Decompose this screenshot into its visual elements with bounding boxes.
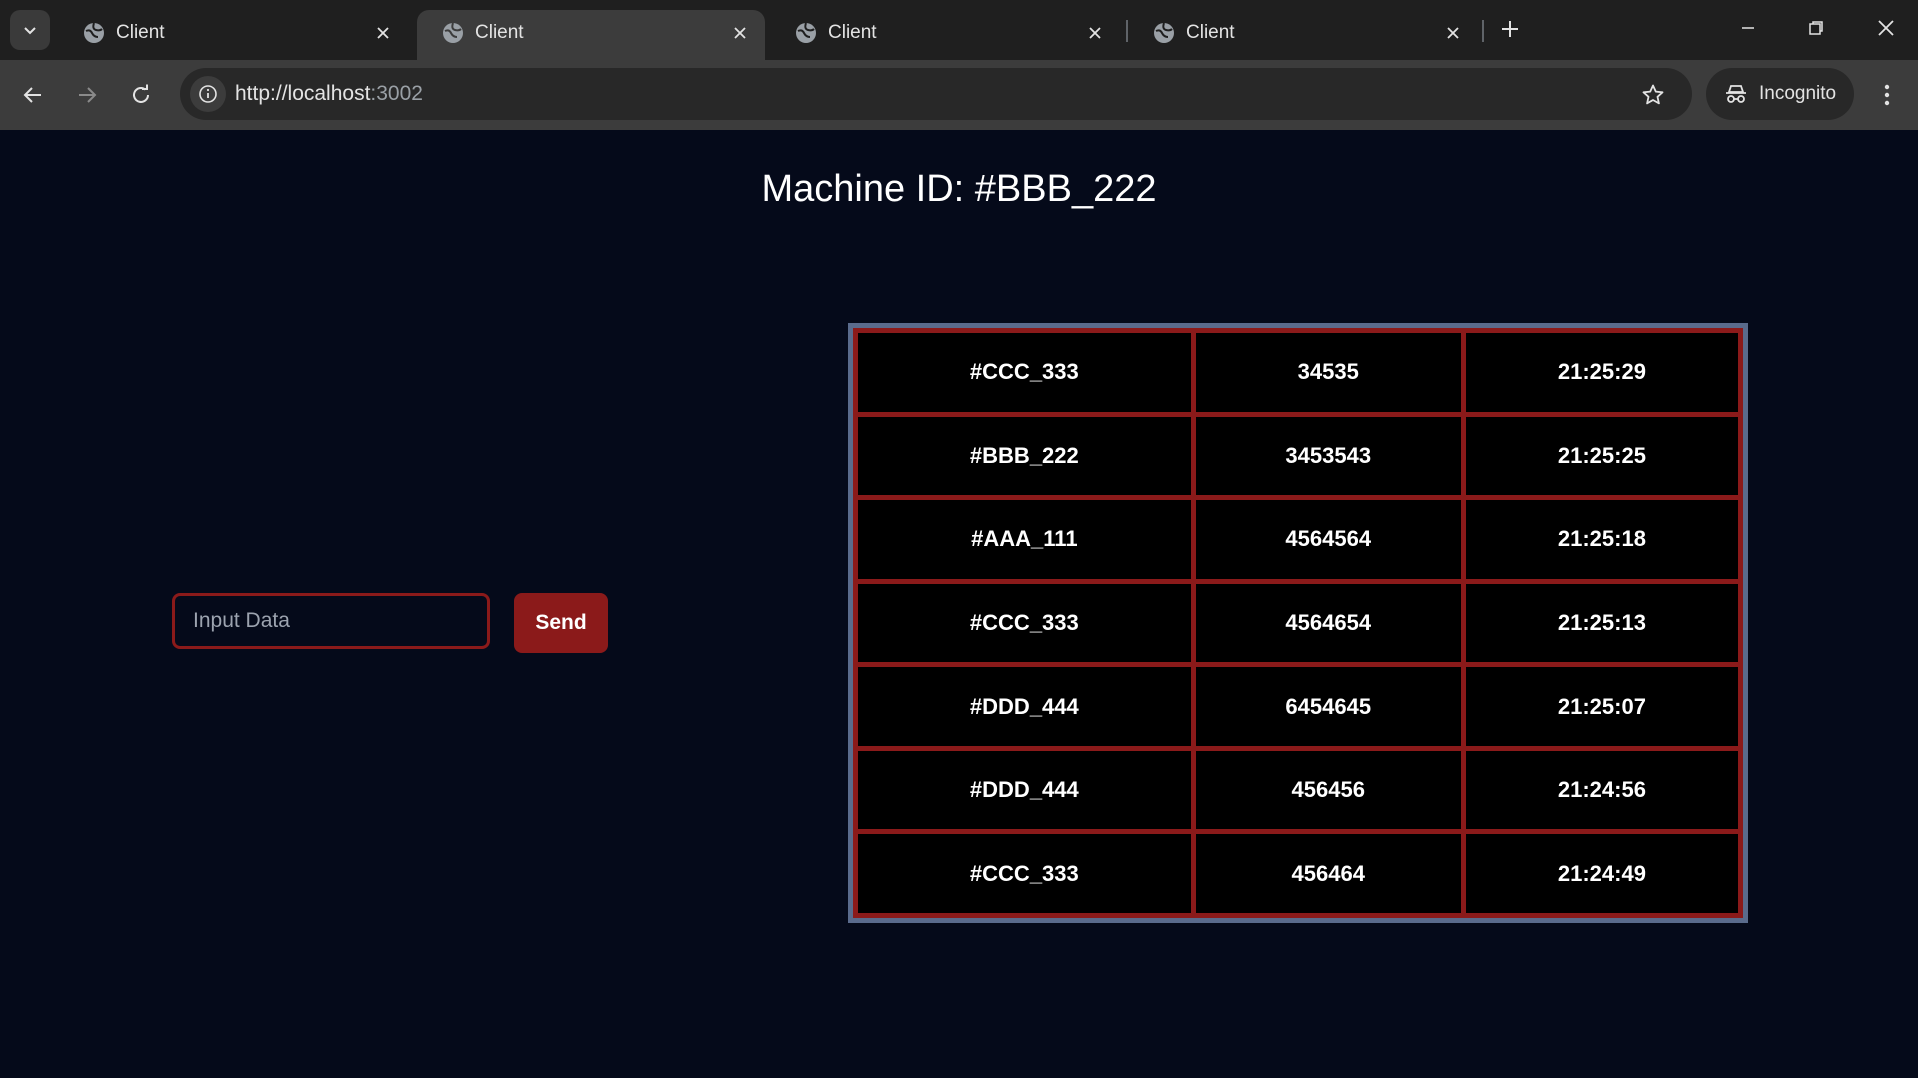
globe-icon [796,22,816,43]
address-bar[interactable]: http://localhost:3002 [180,68,1692,120]
chevron-down-icon [24,27,36,35]
machine-id-cell: #BBB_222 [853,411,1196,501]
table-row: #BBB_222 3453543 21:25:25 [853,411,1744,501]
globe-icon [84,22,104,43]
browser-toolbar: http://localhost:3002 Incognito [0,60,1918,130]
table-row: #DDD_444 6454645 21:25:07 [853,662,1744,751]
value-cell: 456464 [1190,829,1466,918]
time-cell: 21:25:25 [1460,411,1744,501]
back-button[interactable] [16,78,50,112]
tab-title: Client [828,22,877,43]
site-info-button[interactable] [190,76,226,112]
tab-client-2-active[interactable]: Client [417,10,765,60]
close-icon [1878,20,1894,36]
tab-close-icon[interactable] [1440,20,1466,46]
machine-id-cell: #DDD_444 [853,662,1196,751]
value-cell: 6454645 [1190,662,1466,751]
readings-table: #CCC_333 34535 21:25:29 #BBB_222 3453543… [853,328,1744,918]
table-row: #DDD_444 456456 21:24:56 [853,745,1744,835]
page-title: Machine ID: #BBB_222 [761,168,1157,210]
table-row: #CCC_333 4564654 21:25:13 [853,578,1744,668]
tab-title: Client [1186,22,1235,43]
tab-client-1[interactable]: Client [58,10,408,60]
readings-table-frame: #CCC_333 34535 21:25:29 #BBB_222 3453543… [848,323,1748,923]
minimize-button[interactable] [1730,10,1766,46]
reload-icon [133,84,149,103]
tab-strip: Client Client Client Client [0,0,1918,60]
time-cell: 21:25:18 [1460,495,1744,584]
value-cell: 34535 [1190,328,1466,417]
star-icon [1642,84,1664,105]
time-cell: 21:24:56 [1460,745,1744,835]
time-cell: 21:25:07 [1460,662,1744,751]
tab-client-3[interactable]: Client [770,10,1120,60]
value-cell: 4564654 [1190,578,1466,668]
tab-close-icon[interactable] [1082,20,1108,46]
data-input-field[interactable] [172,593,490,649]
new-tab-button[interactable] [1495,14,1525,44]
incognito-icon [1726,85,1746,103]
url-text: http://localhost:3002 [235,82,423,106]
time-cell: 21:25:29 [1460,328,1744,417]
machine-id-cell: #CCC_333 [853,578,1196,668]
globe-icon [1154,22,1174,43]
machine-id-cell: #CCC_333 [853,829,1196,918]
send-button[interactable]: Send [514,593,608,653]
value-cell: 456456 [1190,745,1466,835]
value-cell: 3453543 [1190,411,1466,501]
value-cell: 4564564 [1190,495,1466,584]
tab-title: Client [475,22,524,43]
url-port: :3002 [370,82,423,105]
incognito-indicator[interactable]: Incognito [1706,68,1854,120]
machine-id-cell: #AAA_111 [853,495,1196,584]
machine-id-cell: #CCC_333 [853,328,1196,417]
time-cell: 21:25:13 [1460,578,1744,668]
restore-button[interactable] [1798,10,1834,46]
table-row: #CCC_333 456464 21:24:49 [853,829,1744,918]
table-row: #CCC_333 34535 21:25:29 [853,328,1744,417]
time-cell: 21:24:49 [1460,829,1744,918]
bookmark-button[interactable] [1638,80,1668,110]
page-content: Machine ID: #BBB_222 Send #CCC_333 34535… [0,130,1918,1078]
machine-id-cell: #DDD_444 [853,745,1196,835]
browser-menu-button[interactable] [1870,78,1904,112]
arrow-right-icon [79,87,97,103]
url-host: http://localhost [235,82,371,105]
tab-close-icon[interactable] [370,20,396,46]
window-close-button[interactable] [1868,10,1904,46]
tab-search-button[interactable] [10,10,50,50]
table-row: #AAA_111 4564564 21:25:18 [853,495,1744,584]
reload-button[interactable] [124,78,158,112]
plus-icon [1502,21,1518,37]
tab-close-icon[interactable] [727,20,753,46]
globe-icon [443,22,463,43]
arrow-left-icon [23,87,41,103]
tab-separator [1482,20,1484,42]
info-icon [199,85,217,103]
tab-title: Client [116,22,165,43]
restore-icon [1809,21,1823,35]
incognito-label: Incognito [1759,83,1837,104]
tab-client-4[interactable]: Client [1128,10,1478,60]
minimize-icon [1742,27,1754,29]
forward-button[interactable] [70,78,104,112]
more-vert-icon [1884,84,1890,106]
